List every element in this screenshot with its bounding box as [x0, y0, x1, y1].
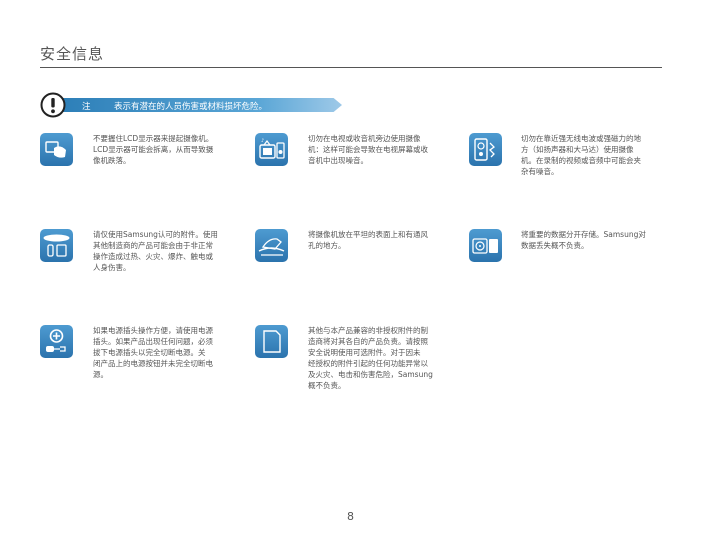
samsung-accessory-icon: [40, 229, 73, 262]
item-text-1: 不要握住LCD显示器来提起摄像机。 LCD显示器可能会拆离，从而导致摄 像机跌落。: [93, 134, 214, 165]
title-divider: [40, 67, 662, 68]
page-number: 8: [347, 510, 354, 523]
memory-card-icon: [255, 325, 288, 358]
flat-surface-icon: [255, 229, 288, 262]
notice-label: 注意: [82, 102, 91, 124]
page-title: 安全信息: [40, 45, 105, 63]
item-text-6: 将重要的数据分开存储。Samsung对 数据丢失概不负责。: [521, 230, 646, 250]
data-backup-icon: [469, 229, 502, 262]
exclamation-circle-icon: [40, 92, 66, 118]
item-text-7: 如果电源插头操作方便，请使用电源 插头。如果产品出现任何问题，必须 拔下电源插头以完…: [93, 326, 213, 379]
item-text-5: 将摄像机放在平坦的表面上和有通风 孔的地方。: [308, 230, 428, 250]
item-text-8: 其他与本产品兼容的非授权附件的制 造商将对其各自的产品负责。请按照 安全说明使用可选…: [308, 326, 433, 390]
lcd-hold-icon: [40, 133, 73, 166]
notice-text: 表示有潜在的人员伤害或材料损坏危险。: [114, 102, 268, 112]
magnetic-field-icon: [469, 133, 502, 166]
svg-text:♪: ♪: [261, 138, 264, 144]
item-text-3: 切勿在靠近强无线电波或强磁力的地 方（如扬声器和大马达）使用摄像 机。在录制的视频或…: [521, 134, 641, 176]
power-plug-icon: [40, 325, 73, 358]
item-text-2: 切勿在电视或收音机旁边使用摄像 机：这样可能会导致在电视屏幕或收 音机中出现噪音。: [308, 134, 428, 165]
item-text-4: 请仅使用Samsung认可的附件。使用 其他制造商的产品可能会由于非正常 操作造成过…: [93, 230, 218, 272]
tv-radio-icon: ♪: [255, 133, 288, 166]
